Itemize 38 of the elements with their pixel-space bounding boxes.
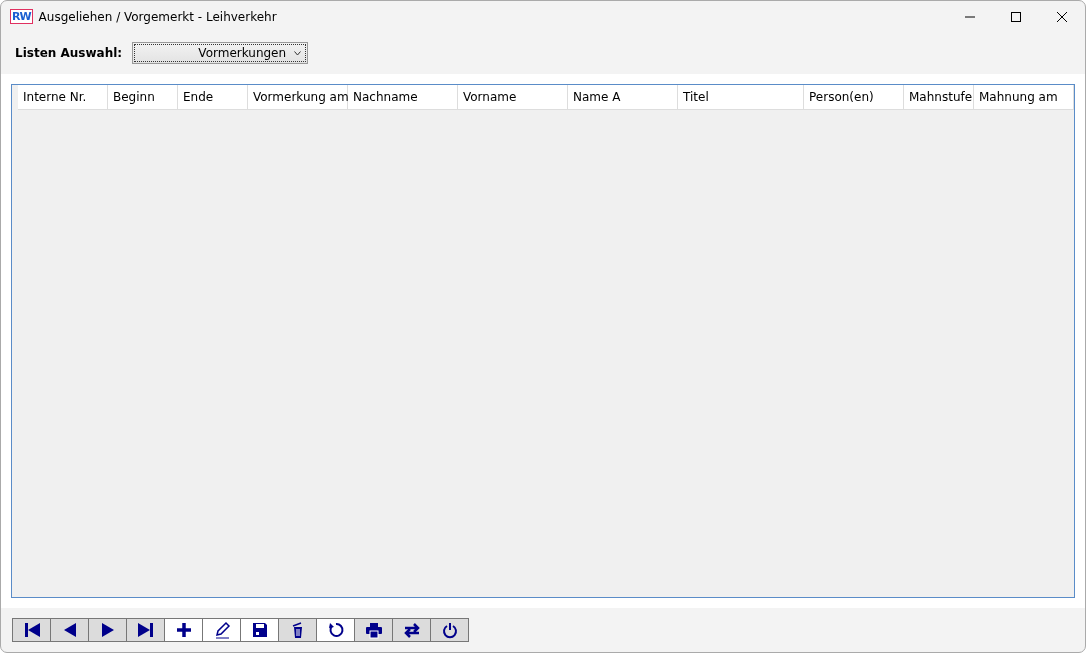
column-header[interactable]: Nachname — [348, 85, 458, 109]
window-title: Ausgeliehen / Vorgemerkt - Leihverkehr — [38, 9, 277, 24]
last-icon — [136, 621, 155, 639]
toolbar-button[interactable] — [316, 618, 355, 642]
column-header[interactable]: Mahnung am — [974, 85, 1074, 109]
toolbar-button[interactable] — [430, 618, 469, 642]
column-header[interactable]: Titel — [678, 85, 804, 109]
toolbar-button[interactable] — [240, 618, 279, 642]
list-selection-label: Listen Auswahl: — [15, 46, 123, 60]
column-header[interactable]: Name A — [568, 85, 678, 109]
column-header[interactable]: Interne Nr. — [18, 85, 108, 109]
list-selection-dropdown[interactable]: Vormerkungen — [132, 42, 309, 64]
column-header[interactable]: Ende — [178, 85, 248, 109]
plus-icon — [174, 621, 193, 639]
power-icon — [440, 621, 459, 639]
first-icon — [22, 621, 41, 639]
close-icon — [1056, 10, 1068, 23]
swap-icon — [402, 621, 421, 639]
toolbar-button[interactable] — [126, 618, 165, 642]
toolbar-button[interactable] — [202, 618, 241, 642]
toolbar-button[interactable] — [278, 618, 317, 642]
save-icon — [250, 621, 269, 639]
column-header[interactable]: Mahnstufe — [904, 85, 974, 109]
maximize-icon — [1010, 10, 1022, 23]
toolbar-button[interactable] — [354, 618, 393, 642]
dropdown-caret-icon — [294, 50, 302, 56]
column-header[interactable]: Person(en) — [804, 85, 904, 109]
column-header[interactable]: Vorname — [458, 85, 568, 109]
toolbar-button[interactable] — [12, 618, 51, 642]
toolbar-button[interactable] — [392, 618, 431, 642]
toolbar-button[interactable] — [164, 618, 203, 642]
toolbar-button[interactable] — [88, 618, 127, 642]
refresh-icon — [326, 621, 345, 639]
toolbar-button[interactable] — [50, 618, 89, 642]
column-header[interactable]: Vormerkung am — [248, 85, 348, 109]
app-logo-icon: RW — [10, 9, 33, 24]
column-header[interactable]: Beginn — [108, 85, 178, 109]
printer-icon — [364, 621, 383, 639]
